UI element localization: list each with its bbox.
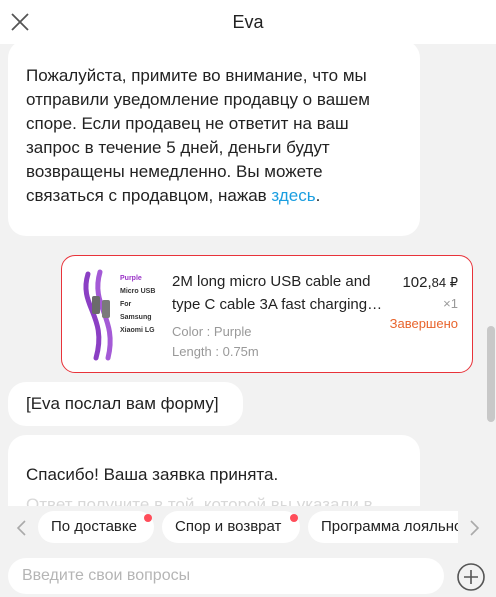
notice-text: Пожалуйста, примите во внимание, что мы … [26, 66, 370, 205]
quick-replies: По доставке Спор и возврат Программа лоя… [0, 506, 496, 550]
message-list[interactable]: Пожалуйста, примите во внимание, что мы … [0, 44, 496, 506]
close-icon[interactable] [8, 10, 32, 34]
order-status: Завершено [389, 316, 458, 331]
scrollbar[interactable] [487, 326, 495, 422]
plus-circle-icon[interactable] [456, 562, 486, 592]
product-price: 102,84 ₽ [402, 274, 458, 291]
quick-reply-delivery[interactable]: По доставке [38, 511, 154, 543]
image-label-color: Purple [120, 275, 142, 282]
price-main: 102, [402, 274, 432, 291]
product-quantity: ×1 [443, 296, 458, 311]
thanks-text: Спасибо! Ваша заявка принята. [26, 465, 279, 484]
product-image-caption: Purple Micro USB For Samsung Xiaomi LG [120, 272, 162, 337]
chevron-left-icon[interactable] [12, 518, 32, 538]
seller-contact-link[interactable]: здесь [271, 186, 315, 205]
notification-dot [144, 514, 152, 522]
price-cents: 84 ₽ [431, 275, 458, 290]
quick-reply-loyalty[interactable]: Программа лояльности [308, 511, 458, 543]
quick-reply-label: Программа лояльности [321, 518, 458, 535]
form-message[interactable]: [Eva послал вам форму] [8, 382, 243, 426]
notification-dot [290, 514, 298, 522]
quick-reply-label: По доставке [51, 518, 137, 535]
message-input[interactable] [8, 558, 444, 594]
product-length: Length : 0.75m [172, 344, 259, 359]
product-image: Purple Micro USB For Samsung Xiaomi LG [78, 266, 162, 362]
chevron-right-icon[interactable] [464, 518, 484, 538]
product-color: Color : Purple [172, 324, 252, 339]
partial-text: Ответ получите в той, которой вы указали… [26, 495, 373, 506]
chat-title: Eva [232, 11, 264, 32]
notice-end: . [315, 186, 321, 205]
image-label-model: Micro USB For Samsung Xiaomi LG [120, 288, 156, 334]
quick-reply-label: Спор и возврат [175, 518, 282, 535]
chat-header: Eva [0, 0, 496, 44]
composer [0, 550, 496, 597]
thanks-message: Спасибо! Ваша заявка принята. Ответ полу… [8, 435, 420, 506]
notice-message: Пожалуйста, примите во внимание, что мы … [8, 44, 420, 236]
quick-reply-dispute[interactable]: Спор и возврат [162, 511, 300, 543]
product-title: 2M long micro USB cable and type C cable… [172, 273, 371, 313]
product-card[interactable]: Purple Micro USB For Samsung Xiaomi LG 2… [61, 255, 473, 373]
